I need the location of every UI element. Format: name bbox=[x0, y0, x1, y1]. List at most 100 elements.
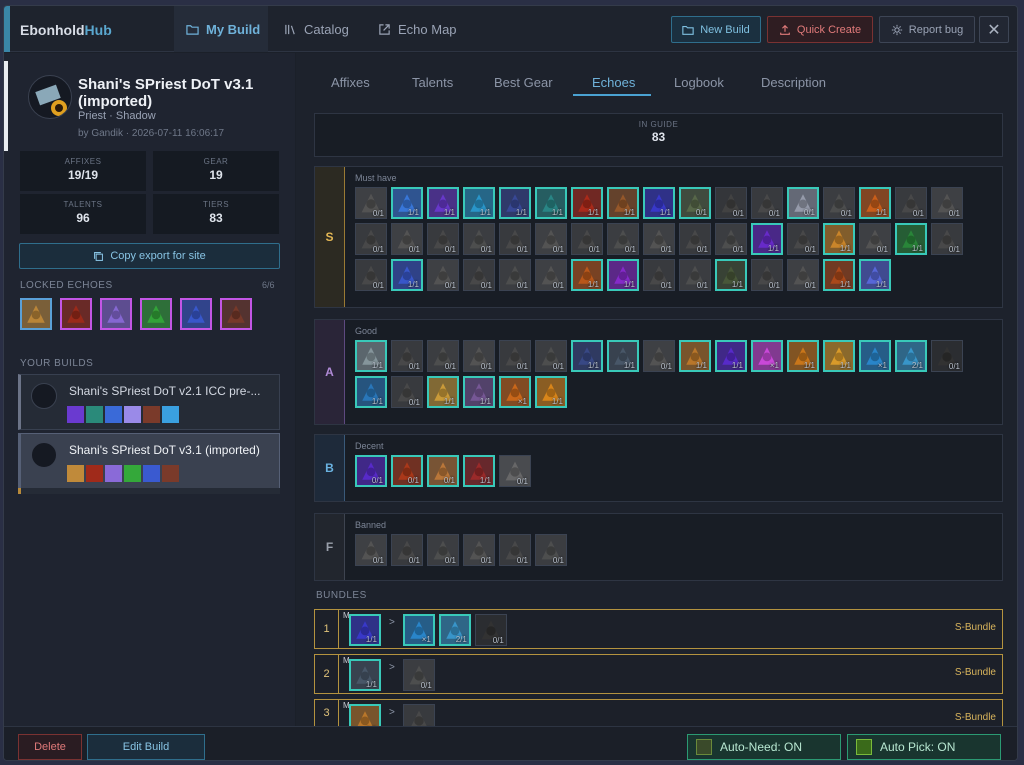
echo-slot[interactable]: 0/1 bbox=[931, 187, 963, 219]
build-card[interactable] bbox=[18, 488, 280, 494]
echo-slot[interactable]: 0/1 bbox=[391, 223, 423, 255]
build-card[interactable]: Shani's SPriest DoT v2.1 ICC pre-... bbox=[18, 374, 280, 430]
echo-slot[interactable]: 0/1 bbox=[463, 340, 495, 372]
echo-slot[interactable]: 0/1 bbox=[535, 534, 567, 566]
echo-slot[interactable]: 1/1 bbox=[571, 340, 603, 372]
echo-slot[interactable]: 1/1 bbox=[895, 223, 927, 255]
echo-slot[interactable]: 0/1 bbox=[499, 223, 531, 255]
echo-slot[interactable]: 0/1 bbox=[463, 223, 495, 255]
echo-slot[interactable]: 0/1 bbox=[499, 259, 531, 291]
echo-slot[interactable]: 0/1 bbox=[355, 223, 387, 255]
locked-echo-slot[interactable] bbox=[100, 298, 132, 330]
echo-slot[interactable]: 0/1 bbox=[679, 259, 711, 291]
echo-slot[interactable]: 0/1 bbox=[427, 340, 459, 372]
nav-tab-my-build[interactable]: My Build bbox=[174, 6, 268, 52]
echo-slot[interactable]: 1/1 bbox=[643, 187, 675, 219]
echo-slot[interactable]: 0/1 bbox=[643, 340, 675, 372]
echo-slot[interactable]: 0/1 bbox=[391, 534, 423, 566]
echo-slot[interactable]: 0/1 bbox=[463, 534, 495, 566]
echo-slot[interactable]: 1/1 bbox=[391, 187, 423, 219]
build-card-selected[interactable]: Shani's SPriest DoT v3.1 (imported) bbox=[18, 433, 280, 489]
echo-slot[interactable]: 0/1 bbox=[787, 259, 819, 291]
echo-slot[interactable]: 0/1 bbox=[355, 534, 387, 566]
echo-slot[interactable]: 0/1 bbox=[751, 187, 783, 219]
echo-slot[interactable]: 1/1 bbox=[823, 223, 855, 255]
echo-slot[interactable]: 1/1 bbox=[859, 259, 891, 291]
echo-slot[interactable]: 0/1 bbox=[931, 223, 963, 255]
echo-slot[interactable]: 0/1 bbox=[427, 455, 459, 487]
echo-slot[interactable]: 1/1 bbox=[859, 187, 891, 219]
echo-slot[interactable]: 0/1 bbox=[355, 259, 387, 291]
echo-slot[interactable]: 1/1 bbox=[787, 340, 819, 372]
echo-slot[interactable]: 1/1 bbox=[355, 376, 387, 408]
brand-logo[interactable]: EbonholdHub bbox=[4, 6, 172, 52]
echo-slot[interactable]: 1/1 bbox=[751, 223, 783, 255]
echo-slot[interactable]: 0/1 bbox=[931, 340, 963, 372]
echo-slot[interactable]: 0/1 bbox=[499, 340, 531, 372]
echo-slot[interactable]: 0/1 bbox=[643, 223, 675, 255]
bundle-row[interactable]: 1 M 1/1 > ×1 2/1 0/1 S-Bundle bbox=[314, 609, 1003, 649]
echo-slot[interactable]: 1/1 bbox=[607, 259, 639, 291]
delete-button[interactable]: Delete bbox=[18, 734, 82, 760]
echo-slot[interactable]: 0/1 bbox=[391, 455, 423, 487]
echo-slot[interactable]: 1/1 bbox=[823, 259, 855, 291]
echo-slot[interactable]: 0/1 bbox=[427, 534, 459, 566]
echo-slot[interactable]: 0/1 bbox=[715, 187, 747, 219]
close-button[interactable]: ✕ bbox=[979, 16, 1009, 43]
echo-slot[interactable]: 1/1 bbox=[535, 376, 567, 408]
echo-slot[interactable]: 2/1 bbox=[895, 340, 927, 372]
locked-echo-slot[interactable] bbox=[180, 298, 212, 330]
echo-slot[interactable]: 0/1 bbox=[391, 340, 423, 372]
nav-tab-echo-map[interactable]: Echo Map bbox=[378, 6, 457, 52]
echo-slot[interactable]: 1/1 bbox=[427, 376, 459, 408]
quick-create-button[interactable]: Quick Create bbox=[767, 16, 873, 43]
locked-echo-slot[interactable] bbox=[20, 298, 52, 330]
auto-pick-toggle[interactable]: Auto Pick: ON bbox=[847, 734, 1001, 760]
echo-slot[interactable]: ×1 bbox=[402, 614, 435, 646]
echo-slot[interactable]: 1/1 bbox=[463, 376, 495, 408]
echo-slot[interactable]: 1/1 bbox=[355, 340, 387, 372]
echo-slot[interactable]: 1/1 bbox=[571, 259, 603, 291]
echo-slot[interactable]: 1/1 bbox=[499, 187, 531, 219]
echo-slot[interactable]: 0/1 bbox=[355, 187, 387, 219]
echo-slot[interactable]: 1/1 bbox=[463, 187, 495, 219]
echo-slot[interactable]: 2/1 bbox=[438, 614, 471, 646]
echo-slot[interactable]: 1/1 bbox=[535, 187, 567, 219]
echo-slot[interactable]: 0/1 bbox=[355, 455, 387, 487]
echo-slot[interactable]: 0/1 bbox=[607, 223, 639, 255]
echo-slot[interactable]: 0/1 bbox=[571, 223, 603, 255]
echo-slot[interactable]: 0/1 bbox=[859, 223, 891, 255]
echo-slot[interactable]: 0/1 bbox=[499, 534, 531, 566]
echo-slot[interactable]: 0/1 bbox=[751, 259, 783, 291]
echo-slot[interactable]: 0/1 bbox=[499, 455, 531, 487]
copy-export-button[interactable]: Copy export for site bbox=[19, 243, 280, 269]
tab-best-gear[interactable]: Best Gear bbox=[494, 75, 553, 90]
echo-slot[interactable]: 1/1 bbox=[823, 340, 855, 372]
echo-slot[interactable]: 0/1 bbox=[535, 223, 567, 255]
tab-talents[interactable]: Talents bbox=[412, 75, 453, 90]
echo-slot[interactable]: 0/1 bbox=[895, 187, 927, 219]
echo-slot[interactable]: 0/1 bbox=[463, 259, 495, 291]
echo-slot[interactable]: 1/1 bbox=[679, 340, 711, 372]
echo-slot[interactable]: 1/1 bbox=[349, 614, 381, 646]
tab-description[interactable]: Description bbox=[761, 75, 826, 90]
echo-slot[interactable]: 1/1 bbox=[349, 659, 381, 691]
echo-slot[interactable]: 0/1 bbox=[402, 659, 435, 691]
edit-build-button[interactable]: Edit Build bbox=[87, 734, 205, 760]
locked-echo-slot[interactable] bbox=[60, 298, 92, 330]
echo-slot[interactable]: 0/1 bbox=[535, 259, 567, 291]
echo-slot[interactable]: 0/1 bbox=[427, 223, 459, 255]
echo-slot[interactable]: 0/1 bbox=[679, 223, 711, 255]
echo-slot[interactable]: 1/1 bbox=[391, 259, 423, 291]
echo-slot[interactable]: 0/1 bbox=[715, 223, 747, 255]
auto-need-toggle[interactable]: Auto-Need: ON bbox=[687, 734, 841, 760]
bundle-row[interactable]: 3M1/1>0/1S-Bundle bbox=[314, 699, 1003, 736]
echo-slot[interactable]: 0/1 bbox=[787, 187, 819, 219]
echo-slot[interactable]: 0/1 bbox=[474, 614, 507, 646]
tab-logbook[interactable]: Logbook bbox=[674, 75, 724, 90]
echo-slot[interactable]: 1/1 bbox=[715, 340, 747, 372]
echo-slot[interactable]: 0/1 bbox=[427, 259, 459, 291]
echo-slot[interactable]: 1/1 bbox=[571, 187, 603, 219]
echo-slot[interactable]: 1/1 bbox=[427, 187, 459, 219]
echo-slot[interactable]: 0/1 bbox=[787, 223, 819, 255]
